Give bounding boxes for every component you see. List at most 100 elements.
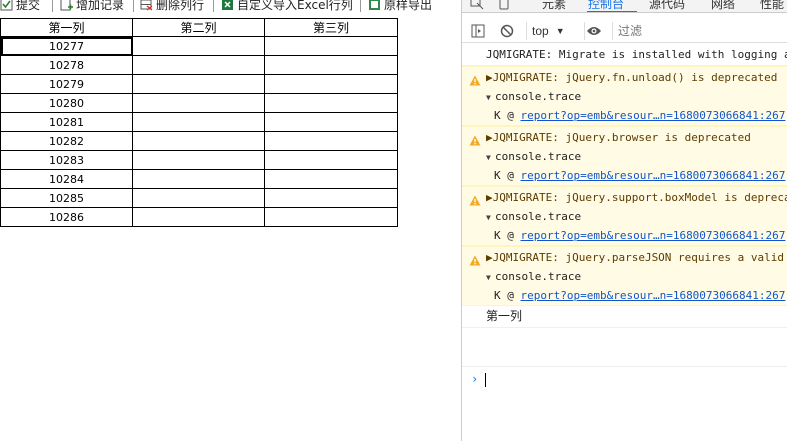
warning-line: ▶JQMIGRATE: jQuery.support.boxModel is d… [462, 187, 787, 208]
grid-cell[interactable]: 10282 [0, 131, 133, 151]
console-warning-message[interactable]: ▶JQMIGRATE: jQuery.browser is deprecated… [462, 126, 787, 186]
console-prompt[interactable]: › [462, 366, 787, 390]
grid-cell[interactable] [132, 74, 265, 94]
devtools-panel: 元素 控制台 源代码 网络 性能 top ▼ JQMIGRATE: Migrat… [461, 0, 787, 441]
trace-label: console.trace [495, 210, 582, 223]
tab-performance[interactable]: 性能 [760, 0, 784, 12]
grid-cell[interactable] [132, 93, 265, 113]
grid-header-row: 第一列 第二列 第三列 [0, 18, 398, 37]
trace-line[interactable]: ▼ console.trace [462, 268, 787, 286]
grid-cell[interactable] [264, 93, 398, 113]
report-pane: 提交 增加记录 删除列行 自定义导入Excel行列 原样导出 第一列 第二列 第… [0, 0, 462, 441]
warning-icon [469, 132, 481, 146]
grid-cell[interactable] [132, 112, 265, 132]
grid-cell[interactable] [132, 36, 265, 56]
trace-frame-prefix: K @ [494, 169, 521, 182]
toolbar-divider [526, 22, 527, 40]
warning-icon [469, 72, 481, 86]
grid-cell[interactable]: 10279 [0, 74, 133, 94]
console-messages: JQMIGRATE: Migrate is installed with log… [462, 44, 787, 328]
grid-cell[interactable] [264, 188, 398, 208]
toolbar-divider [612, 22, 613, 40]
delete-row-button[interactable]: 删除列行 [140, 0, 204, 13]
warning-text: ▶JQMIGRATE: jQuery.parseJSON requires a … [486, 251, 787, 264]
add-record-button[interactable]: 增加记录 [60, 0, 124, 13]
source-link[interactable]: report?op=emb&resour…n=1680073066841:267 [521, 229, 786, 242]
grid-cell[interactable]: 10285 [0, 188, 133, 208]
trace-frame: K @ report?op=emb&resour…n=1680073066841… [462, 286, 787, 305]
grid-cell[interactable] [264, 150, 398, 170]
grid-cell[interactable]: 10284 [0, 169, 133, 189]
export-button[interactable]: 原样导出 [368, 0, 432, 13]
expand-triangle-icon: ▼ [486, 273, 491, 282]
console-toolbar: top ▼ [462, 19, 787, 43]
grid-cell[interactable]: 10286 [0, 207, 133, 227]
trace-label: console.trace [495, 90, 582, 103]
table-row: 10277 [0, 36, 398, 56]
column-header-2[interactable]: 第二列 [132, 18, 265, 37]
expand-triangle-icon: ▼ [486, 153, 491, 162]
grid-cell[interactable] [132, 131, 265, 151]
data-grid: 第一列 第二列 第三列 10277 10278 10279 10280 10281 102… [0, 18, 398, 227]
grid-cell[interactable]: 10283 [0, 150, 133, 170]
source-link[interactable]: report?op=emb&resour…n=1680073066841:267 [521, 109, 786, 122]
delete-row-icon [140, 0, 153, 11]
tab-network[interactable]: 网络 [711, 0, 735, 12]
excel-import-icon [221, 0, 234, 11]
context-value: top [532, 24, 549, 38]
add-record-icon [60, 0, 73, 11]
grid-cell[interactable] [264, 169, 398, 189]
device-toggle-icon[interactable] [498, 0, 510, 12]
grid-cell[interactable] [132, 188, 265, 208]
source-link[interactable]: report?op=emb&resour…n=1680073066841:267 [521, 169, 786, 182]
grid-cell[interactable] [264, 131, 398, 151]
console-warning-message[interactable]: ▶JQMIGRATE: jQuery.support.boxModel is d… [462, 186, 787, 246]
grid-cell[interactable] [132, 207, 265, 227]
tab-elements[interactable]: 元素 [542, 0, 566, 12]
console-warning-message[interactable]: ▶JQMIGRATE: jQuery.parseJSON requires a … [462, 246, 787, 306]
grid-cell[interactable] [264, 55, 398, 75]
trace-line[interactable]: ▼ console.trace [462, 88, 787, 106]
trace-line[interactable]: ▼ console.trace [462, 148, 787, 166]
text-caret [485, 373, 486, 387]
tab-sources[interactable]: 源代码 [649, 0, 685, 12]
grid-cell[interactable] [132, 169, 265, 189]
prompt-chevron-icon: › [471, 372, 479, 386]
warning-line: ▶JQMIGRATE: jQuery.parseJSON requires a … [462, 247, 787, 268]
grid-cell[interactable] [264, 207, 398, 227]
devtools-tabbar: 元素 控制台 源代码 网络 性能 [462, 0, 787, 13]
grid-cell[interactable] [132, 150, 265, 170]
warning-icon [469, 252, 481, 266]
excel-import-label: 自定义导入Excel行列 [237, 0, 353, 12]
excel-import-button[interactable]: 自定义导入Excel行列 [221, 0, 353, 13]
console-filter-input[interactable] [618, 22, 787, 40]
grid-cell[interactable]: 10280 [0, 93, 133, 113]
trace-frame: K @ report?op=emb&resour…n=1680073066841… [462, 226, 787, 245]
expand-triangle-icon: ▼ [486, 93, 491, 102]
grid-cell[interactable] [264, 36, 398, 56]
trace-frame-prefix: K @ [494, 229, 521, 242]
trace-label: console.trace [495, 150, 582, 163]
source-link[interactable]: report?op=emb&resour…n=1680073066841:267 [521, 289, 786, 302]
submit-icon [0, 0, 13, 11]
live-expression-eye-icon[interactable] [586, 23, 602, 39]
grid-cell[interactable] [132, 55, 265, 75]
clear-console-icon[interactable] [500, 23, 514, 39]
report-toolbar: 提交 增加记录 删除列行 自定义导入Excel行列 原样导出 [0, 0, 462, 13]
grid-cell[interactable]: 10281 [0, 112, 133, 132]
console-warning-message[interactable]: ▶JQMIGRATE: jQuery.fn.unload() is deprec… [462, 66, 787, 126]
sidebar-toggle-icon[interactable] [471, 23, 485, 39]
grid-cell[interactable] [264, 74, 398, 94]
log-text: 第一列 [486, 309, 523, 323]
column-header-1[interactable]: 第一列 [0, 18, 133, 37]
context-select[interactable]: top ▼ [532, 23, 565, 39]
console-log-message: 第一列 [462, 306, 787, 328]
grid-cell[interactable]: 10277 [0, 36, 133, 56]
column-header-3[interactable]: 第三列 [264, 18, 398, 37]
table-row: 10285 [0, 188, 398, 208]
grid-cell[interactable]: 10278 [0, 55, 133, 75]
inspect-icon[interactable] [470, 0, 484, 12]
grid-cell[interactable] [264, 112, 398, 132]
trace-line[interactable]: ▼ console.trace [462, 208, 787, 226]
submit-button[interactable]: 提交 [0, 0, 40, 13]
